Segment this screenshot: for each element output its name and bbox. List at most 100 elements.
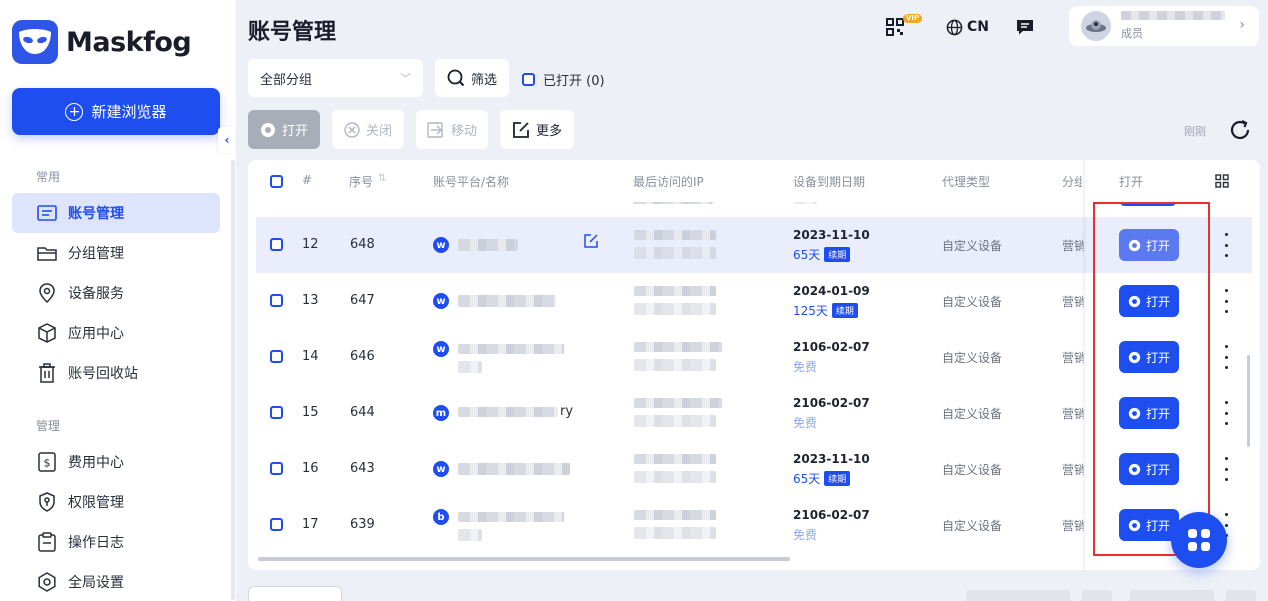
days-remaining: 65天 续期 [793, 246, 851, 263]
sidebar-item-groups[interactable]: 分组管理 [12, 233, 220, 273]
vertical-scrollbar[interactable] [1247, 355, 1250, 447]
row-open-button[interactable]: 打开 [1119, 341, 1179, 373]
opened-only-checkbox[interactable]: 已打开 (0) [522, 70, 605, 89]
row-more-icon[interactable] [1223, 401, 1229, 425]
sidebar-item-settings[interactable]: 全局设置 [12, 562, 220, 601]
row-more-icon[interactable] [1223, 233, 1229, 257]
table-row[interactable]: 15 644 m ry 2106-02-07 免费 自定义设备 营销 打开 [256, 385, 1252, 441]
column-settings-icon[interactable] [1215, 174, 1229, 191]
table-row[interactable]: 17 639 b 2106-02-07 免费 自定义设备 营销 打开 [256, 497, 1252, 553]
pagination-control[interactable] [1226, 590, 1256, 601]
refresh-icon [1230, 120, 1250, 140]
footer-action-button[interactable] [248, 586, 342, 601]
group-select[interactable]: 全部分组 ﹀ [248, 59, 423, 97]
redacted-account-name [458, 529, 482, 541]
chrome-icon [1128, 351, 1141, 363]
row-checkbox[interactable] [270, 406, 283, 419]
days-remaining: 65天 续期 [793, 470, 851, 487]
bulk-open-button[interactable]: 打开 [248, 110, 320, 149]
redacted-ip [634, 398, 722, 408]
row-index: 12 [302, 237, 319, 252]
row-checkbox[interactable] [270, 238, 283, 251]
row-open-button[interactable]: 打开 [1119, 285, 1179, 317]
sidebar-item-devices[interactable]: 设备服务 [12, 273, 220, 313]
sidebar-scrollbar[interactable] [231, 160, 235, 600]
pagination-control[interactable] [1130, 590, 1214, 601]
select-all-checkbox[interactable] [270, 175, 283, 188]
row-open-button[interactable]: 打开 [1119, 397, 1179, 429]
row-open-button[interactable]: 打开 [1119, 453, 1179, 485]
row-more-icon[interactable] [1223, 457, 1229, 481]
chevron-down-icon: ﹀ [400, 72, 411, 85]
partial-open-button[interactable] [1119, 202, 1177, 206]
redacted-account-name [458, 239, 518, 251]
row-more-icon[interactable] [1223, 345, 1229, 369]
section-title-common: 常用 [36, 170, 61, 184]
row-checkbox[interactable] [270, 294, 283, 307]
pagination-control[interactable] [966, 590, 1070, 601]
brand-logo[interactable]: Maskfog [12, 20, 192, 64]
sidebar-item-apps[interactable]: 应用中心 [12, 313, 220, 353]
search-icon [447, 69, 465, 87]
row-more-icon[interactable] [1223, 289, 1229, 313]
redacted-ip [633, 202, 713, 204]
proxy-type: 自定义设备 [942, 295, 1003, 309]
svg-text:$: $ [44, 457, 51, 470]
redacted-ip-location [634, 471, 716, 483]
table-row[interactable]: 14 646 w 2106-02-07 免费 自定义设备 营销 打开 [256, 329, 1252, 385]
brand-name: Maskfog [66, 26, 192, 58]
redacted-ip-location [634, 303, 716, 315]
renew-badge[interactable]: 续期 [824, 471, 851, 486]
sort-icon[interactable]: ⇅ [378, 173, 386, 184]
bulk-move-button[interactable]: 移动 [416, 110, 488, 149]
renew-badge[interactable]: 续期 [831, 303, 858, 318]
filter-button[interactable]: 筛选 [435, 59, 509, 97]
days-label: 65天 [793, 248, 821, 262]
user-profile-card[interactable]: 成员 › [1069, 6, 1259, 46]
row-checkbox[interactable] [270, 462, 283, 475]
platform-icon: m [433, 405, 449, 421]
refresh-button[interactable] [1228, 118, 1252, 146]
platform-icon: w [433, 341, 449, 357]
move-arrow-icon [427, 121, 443, 138]
row-checkbox[interactable] [270, 518, 283, 531]
qr-code-button[interactable] [886, 14, 904, 40]
redacted-ip-location [634, 359, 716, 371]
group-select-value: 全部分组 [260, 72, 313, 88]
sidebar-item-permissions[interactable]: 权限管理 [12, 482, 220, 522]
row-checkbox[interactable] [270, 350, 283, 363]
sidebar-item-label: 设备服务 [68, 286, 124, 302]
row-open-button[interactable]: 打开 [1119, 509, 1179, 541]
column-platform-name: 账号平台/名称 [433, 175, 510, 189]
edit-name-icon[interactable] [583, 233, 599, 253]
platform-icon: b [433, 509, 449, 525]
pagination-control[interactable] [1082, 590, 1112, 601]
renew-badge[interactable]: 续期 [824, 247, 851, 262]
new-browser-button[interactable]: + 新建浏览器 [12, 88, 220, 135]
row-open-button[interactable]: 打开 [1119, 229, 1179, 261]
sidebar-item-logs[interactable]: 操作日志 [12, 522, 220, 562]
floating-apps-button[interactable] [1171, 512, 1227, 568]
table-row[interactable]: 13 647 w 2024-01-09 125天 续期 自定义设备 营销 打开 [256, 273, 1252, 329]
location-pin-icon [36, 282, 58, 304]
column-seq[interactable]: 序号 [349, 173, 373, 190]
horizontal-scrollbar[interactable] [258, 557, 790, 561]
sidebar-item-billing[interactable]: $ 费用中心 [12, 442, 220, 482]
sidebar-item-trash[interactable]: 账号回收站 [12, 353, 220, 393]
collapse-sidebar-button[interactable]: ‹ [218, 127, 236, 153]
row-index: 15 [302, 405, 319, 420]
proxy-type: 自定义设备 [942, 407, 1003, 421]
row-open-label: 打开 [1145, 294, 1170, 309]
table-row[interactable]: 16 643 w 2023-11-10 65天 续期 自定义设备 营销 打开 [256, 441, 1252, 497]
redacted-ip [634, 454, 716, 464]
more-actions-button[interactable]: 更多 [500, 110, 574, 149]
bulk-close-button[interactable]: 关闭 [332, 110, 404, 149]
page-title: 账号管理 [248, 20, 337, 45]
sidebar-item-accounts[interactable]: 账号管理 [12, 193, 220, 233]
avatar [1081, 11, 1111, 41]
chrome-icon [1128, 295, 1141, 307]
user-name-redacted [1121, 11, 1225, 20]
language-button[interactable]: CN [946, 14, 989, 40]
messages-button[interactable] [1016, 14, 1034, 40]
table-row[interactable]: 12 648 w 2023-11-10 65天 续期 自定义设备 营销 打开 [256, 217, 1252, 273]
